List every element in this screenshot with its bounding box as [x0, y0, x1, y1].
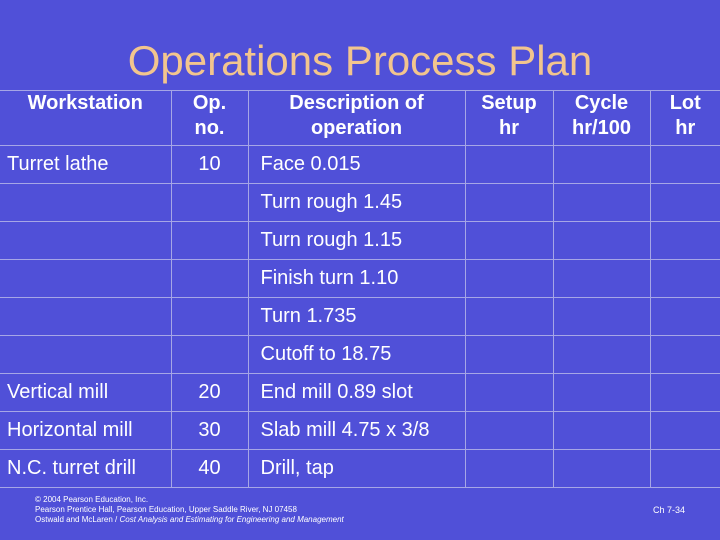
table-row: Turret lathe 10 Face 0.015 [0, 145, 720, 184]
cell-setup-hr [464, 145, 554, 184]
cell-workstation: Horizontal mill [0, 411, 172, 450]
table-header-row: Workstation Op. no. Description of operati… [0, 90, 720, 146]
cell-op-no [170, 297, 249, 336]
cell-description: Finish turn 1.10 [247, 259, 466, 298]
header-lot-hr: Lot hr [649, 90, 720, 146]
slide-title: Operations Process Plan [127, 37, 593, 84]
process-plan-table: Workstation Op. no. Description of operati… [0, 90, 720, 488]
table-row: Turn rough 1.15 [0, 221, 720, 260]
cell-lot-hr [649, 297, 720, 336]
footer-credits: © 2004 Pearson Education, Inc. Pearson P… [35, 495, 344, 525]
cell-workstation [0, 183, 172, 222]
cell-description: Drill, tap [247, 449, 466, 488]
cell-setup-hr [464, 183, 554, 222]
cell-setup-hr [464, 373, 554, 412]
cell-workstation [0, 297, 172, 336]
cell-cycle-hr [552, 259, 651, 298]
cell-cycle-hr [552, 183, 651, 222]
cell-cycle-hr [552, 449, 651, 488]
cell-workstation [0, 221, 172, 260]
cell-workstation: N.C. turret drill [0, 449, 172, 488]
cell-cycle-hr [552, 373, 651, 412]
cell-workstation: Turret lathe [0, 145, 172, 184]
cell-lot-hr [649, 221, 720, 260]
cell-setup-hr [464, 221, 554, 260]
cell-cycle-hr [552, 411, 651, 450]
cell-description: Slab mill 4.75 x 3/8 [247, 411, 466, 450]
cell-description: End mill 0.89 slot [247, 373, 466, 412]
table-row: Horizontal mill 30 Slab mill 4.75 x 3/8 [0, 411, 720, 450]
cell-op-no: 20 [170, 373, 249, 412]
table-row: N.C. turret drill 40 Drill, tap [0, 449, 720, 488]
cell-description: Turn rough 1.45 [247, 183, 466, 222]
cell-cycle-hr [552, 297, 651, 336]
cell-description: Turn 1.735 [247, 297, 466, 336]
table-row: Cutoff to 18.75 [0, 335, 720, 374]
table-row: Turn rough 1.45 [0, 183, 720, 222]
cell-lot-hr [649, 183, 720, 222]
footer-book-title: Cost Analysis and Estimating for Enginee… [119, 515, 344, 524]
cell-op-no: 30 [170, 411, 249, 450]
cell-lot-hr [649, 449, 720, 488]
table-row: Vertical mill 20 End mill 0.89 slot [0, 373, 720, 412]
header-cycle-hr: Cycle hr/100 [552, 90, 651, 146]
cell-workstation [0, 259, 172, 298]
cell-workstation [0, 335, 172, 374]
cell-op-no: 40 [170, 449, 249, 488]
cell-description: Turn rough 1.15 [247, 221, 466, 260]
cell-cycle-hr [552, 145, 651, 184]
cell-op-no [170, 335, 249, 374]
cell-setup-hr [464, 335, 554, 374]
cell-op-no [170, 221, 249, 260]
cell-lot-hr [649, 145, 720, 184]
footer-book: Ostwald and McLaren / Cost Analysis and … [35, 515, 344, 525]
cell-lot-hr [649, 411, 720, 450]
header-description: Description of operation [247, 90, 466, 146]
table-row: Finish turn 1.10 [0, 259, 720, 298]
header-workstation: Workstation [0, 90, 172, 146]
cell-description: Cutoff to 18.75 [247, 335, 466, 374]
cell-cycle-hr [552, 335, 651, 374]
cell-lot-hr [649, 335, 720, 374]
cell-lot-hr [649, 259, 720, 298]
cell-setup-hr [464, 297, 554, 336]
cell-description: Face 0.015 [247, 145, 466, 184]
cell-lot-hr [649, 373, 720, 412]
cell-setup-hr [464, 259, 554, 298]
cell-cycle-hr [552, 221, 651, 260]
cell-op-no: 10 [170, 145, 249, 184]
cell-op-no [170, 259, 249, 298]
cell-workstation: Vertical mill [0, 373, 172, 412]
table-row: Turn 1.735 [0, 297, 720, 336]
footer-authors: Ostwald and McLaren / [35, 515, 120, 524]
cell-setup-hr [464, 449, 554, 488]
cell-setup-hr [464, 411, 554, 450]
header-setup-hr: Setup hr [464, 90, 554, 146]
footer-copyright: © 2004 Pearson Education, Inc. [35, 495, 149, 504]
page-number: Ch 7-34 [653, 505, 686, 515]
cell-op-no [170, 183, 249, 222]
footer-publisher: Pearson Prentice Hall, Pearson Education… [35, 505, 297, 514]
header-op-no: Op. no. [170, 90, 249, 146]
